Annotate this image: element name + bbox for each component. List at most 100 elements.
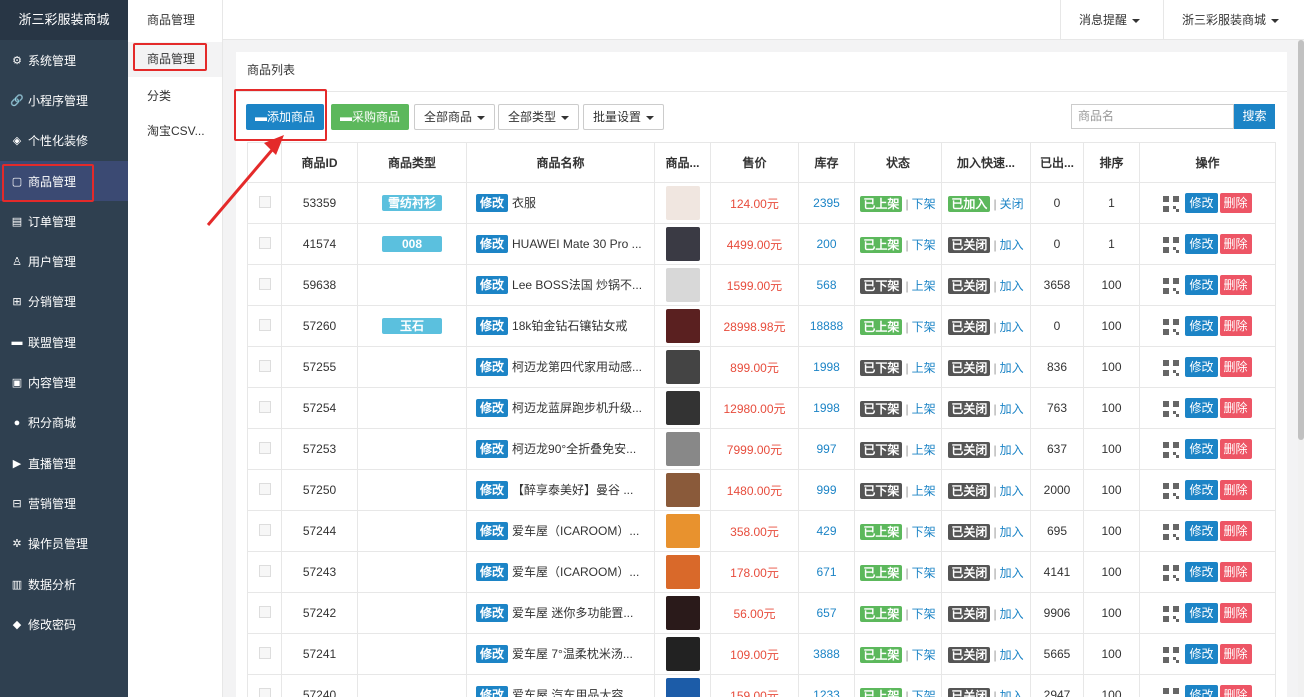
quick-join-toggle-link[interactable]: 加入 — [1000, 607, 1024, 621]
edit-button[interactable]: 修改 — [1185, 193, 1218, 213]
store-dropdown[interactable]: 浙三彩服装商城 — [1163, 0, 1297, 40]
edit-button[interactable]: 修改 — [1185, 480, 1218, 500]
status-toggle-link[interactable]: 下架 — [912, 689, 936, 697]
delete-button[interactable]: 删除 — [1219, 685, 1252, 697]
qrcode-icon[interactable] — [1163, 605, 1180, 622]
status-toggle-link[interactable]: 上架 — [912, 484, 936, 498]
goods-stock[interactable]: 2395 — [798, 182, 855, 224]
edit-name-button[interactable]: 修改 — [476, 276, 509, 294]
delete-button[interactable]: 删除 — [1219, 234, 1252, 254]
row-checkbox[interactable] — [258, 564, 271, 577]
edit-button[interactable]: 修改 — [1185, 275, 1218, 295]
goods-stock[interactable]: 3888 — [798, 633, 855, 675]
edit-name-button[interactable]: 修改 — [476, 440, 509, 458]
row-checkbox[interactable] — [258, 646, 271, 659]
edit-button[interactable]: 修改 — [1185, 644, 1218, 664]
sidebar-item-1[interactable]: 🔗 小程序管理 — [0, 80, 128, 120]
qrcode-icon[interactable] — [1163, 441, 1180, 458]
row-checkbox[interactable] — [258, 236, 271, 249]
delete-button[interactable]: 删除 — [1219, 357, 1252, 377]
status-toggle-link[interactable]: 下架 — [912, 607, 936, 621]
quick-join-toggle-link[interactable]: 关闭 — [1000, 197, 1024, 211]
quick-join-toggle-link[interactable]: 加入 — [1000, 648, 1024, 662]
sidebar-item-7[interactable]: ▬ 联盟管理 — [0, 322, 128, 362]
status-toggle-link[interactable]: 下架 — [912, 197, 936, 211]
row-checkbox[interactable] — [258, 318, 271, 331]
messages-dropdown[interactable]: 消息提醒 — [1060, 0, 1158, 40]
sidebar-item-13[interactable]: ▥ 数据分析 — [0, 564, 128, 604]
edit-name-button[interactable]: 修改 — [476, 235, 509, 253]
row-checkbox[interactable] — [258, 277, 271, 290]
sidebar-item-2[interactable]: ◈ 个性化装修 — [0, 121, 128, 161]
sidebar-item-8[interactable]: ▣ 内容管理 — [0, 362, 128, 402]
submenu-item-category[interactable]: 分类 — [128, 79, 222, 114]
edit-button[interactable]: 修改 — [1185, 398, 1218, 418]
goods-stock[interactable]: 1998 — [798, 346, 855, 388]
sidebar-item-3[interactable]: ▢ 商品管理 — [0, 160, 128, 203]
qrcode-icon[interactable] — [1163, 195, 1180, 212]
status-toggle-link[interactable]: 上架 — [912, 361, 936, 375]
delete-button[interactable]: 删除 — [1219, 644, 1252, 664]
delete-button[interactable]: 删除 — [1219, 480, 1252, 500]
qrcode-icon[interactable] — [1163, 277, 1180, 294]
qrcode-icon[interactable] — [1163, 687, 1180, 697]
edit-name-button[interactable]: 修改 — [476, 194, 509, 212]
delete-button[interactable]: 删除 — [1219, 398, 1252, 418]
goods-stock[interactable]: 568 — [798, 264, 855, 306]
submenu-item-goods-manage[interactable]: 商品管理 — [128, 42, 222, 77]
sidebar-item-12[interactable]: ✲ 操作员管理 — [0, 524, 128, 564]
batch-settings-dropdown[interactable]: 批量设置 — [583, 104, 665, 130]
row-checkbox[interactable] — [258, 359, 271, 372]
qrcode-icon[interactable] — [1163, 523, 1180, 540]
quick-join-toggle-link[interactable]: 加入 — [1000, 689, 1024, 697]
row-checkbox[interactable] — [258, 605, 271, 618]
edit-name-button[interactable]: 修改 — [476, 481, 509, 499]
sidebar-item-11[interactable]: ⊟ 营销管理 — [0, 483, 128, 523]
status-toggle-link[interactable]: 下架 — [912, 566, 936, 580]
sidebar-item-14[interactable]: ◆ 修改密码 — [0, 604, 128, 644]
goods-stock[interactable]: 18888 — [798, 305, 855, 347]
edit-button[interactable]: 修改 — [1185, 521, 1218, 541]
qrcode-icon[interactable] — [1163, 646, 1180, 663]
goods-stock[interactable]: 671 — [798, 551, 855, 593]
status-toggle-link[interactable]: 下架 — [912, 525, 936, 539]
delete-button[interactable]: 删除 — [1219, 521, 1252, 541]
quick-join-toggle-link[interactable]: 加入 — [1000, 525, 1024, 539]
edit-name-button[interactable]: 修改 — [476, 604, 509, 622]
quick-join-toggle-link[interactable]: 加入 — [1000, 238, 1024, 252]
edit-button[interactable]: 修改 — [1185, 439, 1218, 459]
goods-stock[interactable]: 200 — [798, 223, 855, 265]
qrcode-icon[interactable] — [1163, 482, 1180, 499]
qrcode-icon[interactable] — [1163, 236, 1180, 253]
status-toggle-link[interactable]: 下架 — [912, 238, 936, 252]
page-scrollbar[interactable] — [1298, 40, 1304, 697]
edit-button[interactable]: 修改 — [1185, 603, 1218, 623]
edit-button[interactable]: 修改 — [1185, 316, 1218, 336]
status-toggle-link[interactable]: 上架 — [912, 443, 936, 457]
row-checkbox[interactable] — [258, 441, 271, 454]
row-checkbox[interactable] — [258, 482, 271, 495]
delete-button[interactable]: 删除 — [1219, 439, 1252, 459]
edit-name-button[interactable]: 修改 — [476, 317, 509, 335]
edit-name-button[interactable]: 修改 — [476, 399, 509, 417]
edit-name-button[interactable]: 修改 — [476, 686, 509, 697]
all-goods-dropdown[interactable]: 全部商品 — [414, 104, 496, 130]
quick-join-toggle-link[interactable]: 加入 — [1000, 361, 1024, 375]
row-checkbox[interactable] — [258, 400, 271, 413]
sidebar-item-4[interactable]: ▤ 订单管理 — [0, 201, 128, 241]
edit-button[interactable]: 修改 — [1185, 234, 1218, 254]
goods-stock[interactable]: 1998 — [798, 387, 855, 429]
goods-stock[interactable]: 657 — [798, 592, 855, 634]
qrcode-icon[interactable] — [1163, 564, 1180, 581]
goods-stock[interactable]: 999 — [798, 469, 855, 511]
delete-button[interactable]: 删除 — [1219, 316, 1252, 336]
edit-button[interactable]: 修改 — [1185, 685, 1218, 697]
qrcode-icon[interactable] — [1163, 359, 1180, 376]
delete-button[interactable]: 删除 — [1219, 193, 1252, 213]
sidebar-item-9[interactable]: ● 积分商城 — [0, 403, 128, 443]
edit-name-button[interactable]: 修改 — [476, 645, 509, 663]
scrollbar-thumb[interactable] — [1298, 40, 1304, 440]
qrcode-icon[interactable] — [1163, 400, 1180, 417]
edit-name-button[interactable]: 修改 — [476, 563, 509, 581]
sidebar-item-10[interactable]: ▶ 直播管理 — [0, 443, 128, 483]
